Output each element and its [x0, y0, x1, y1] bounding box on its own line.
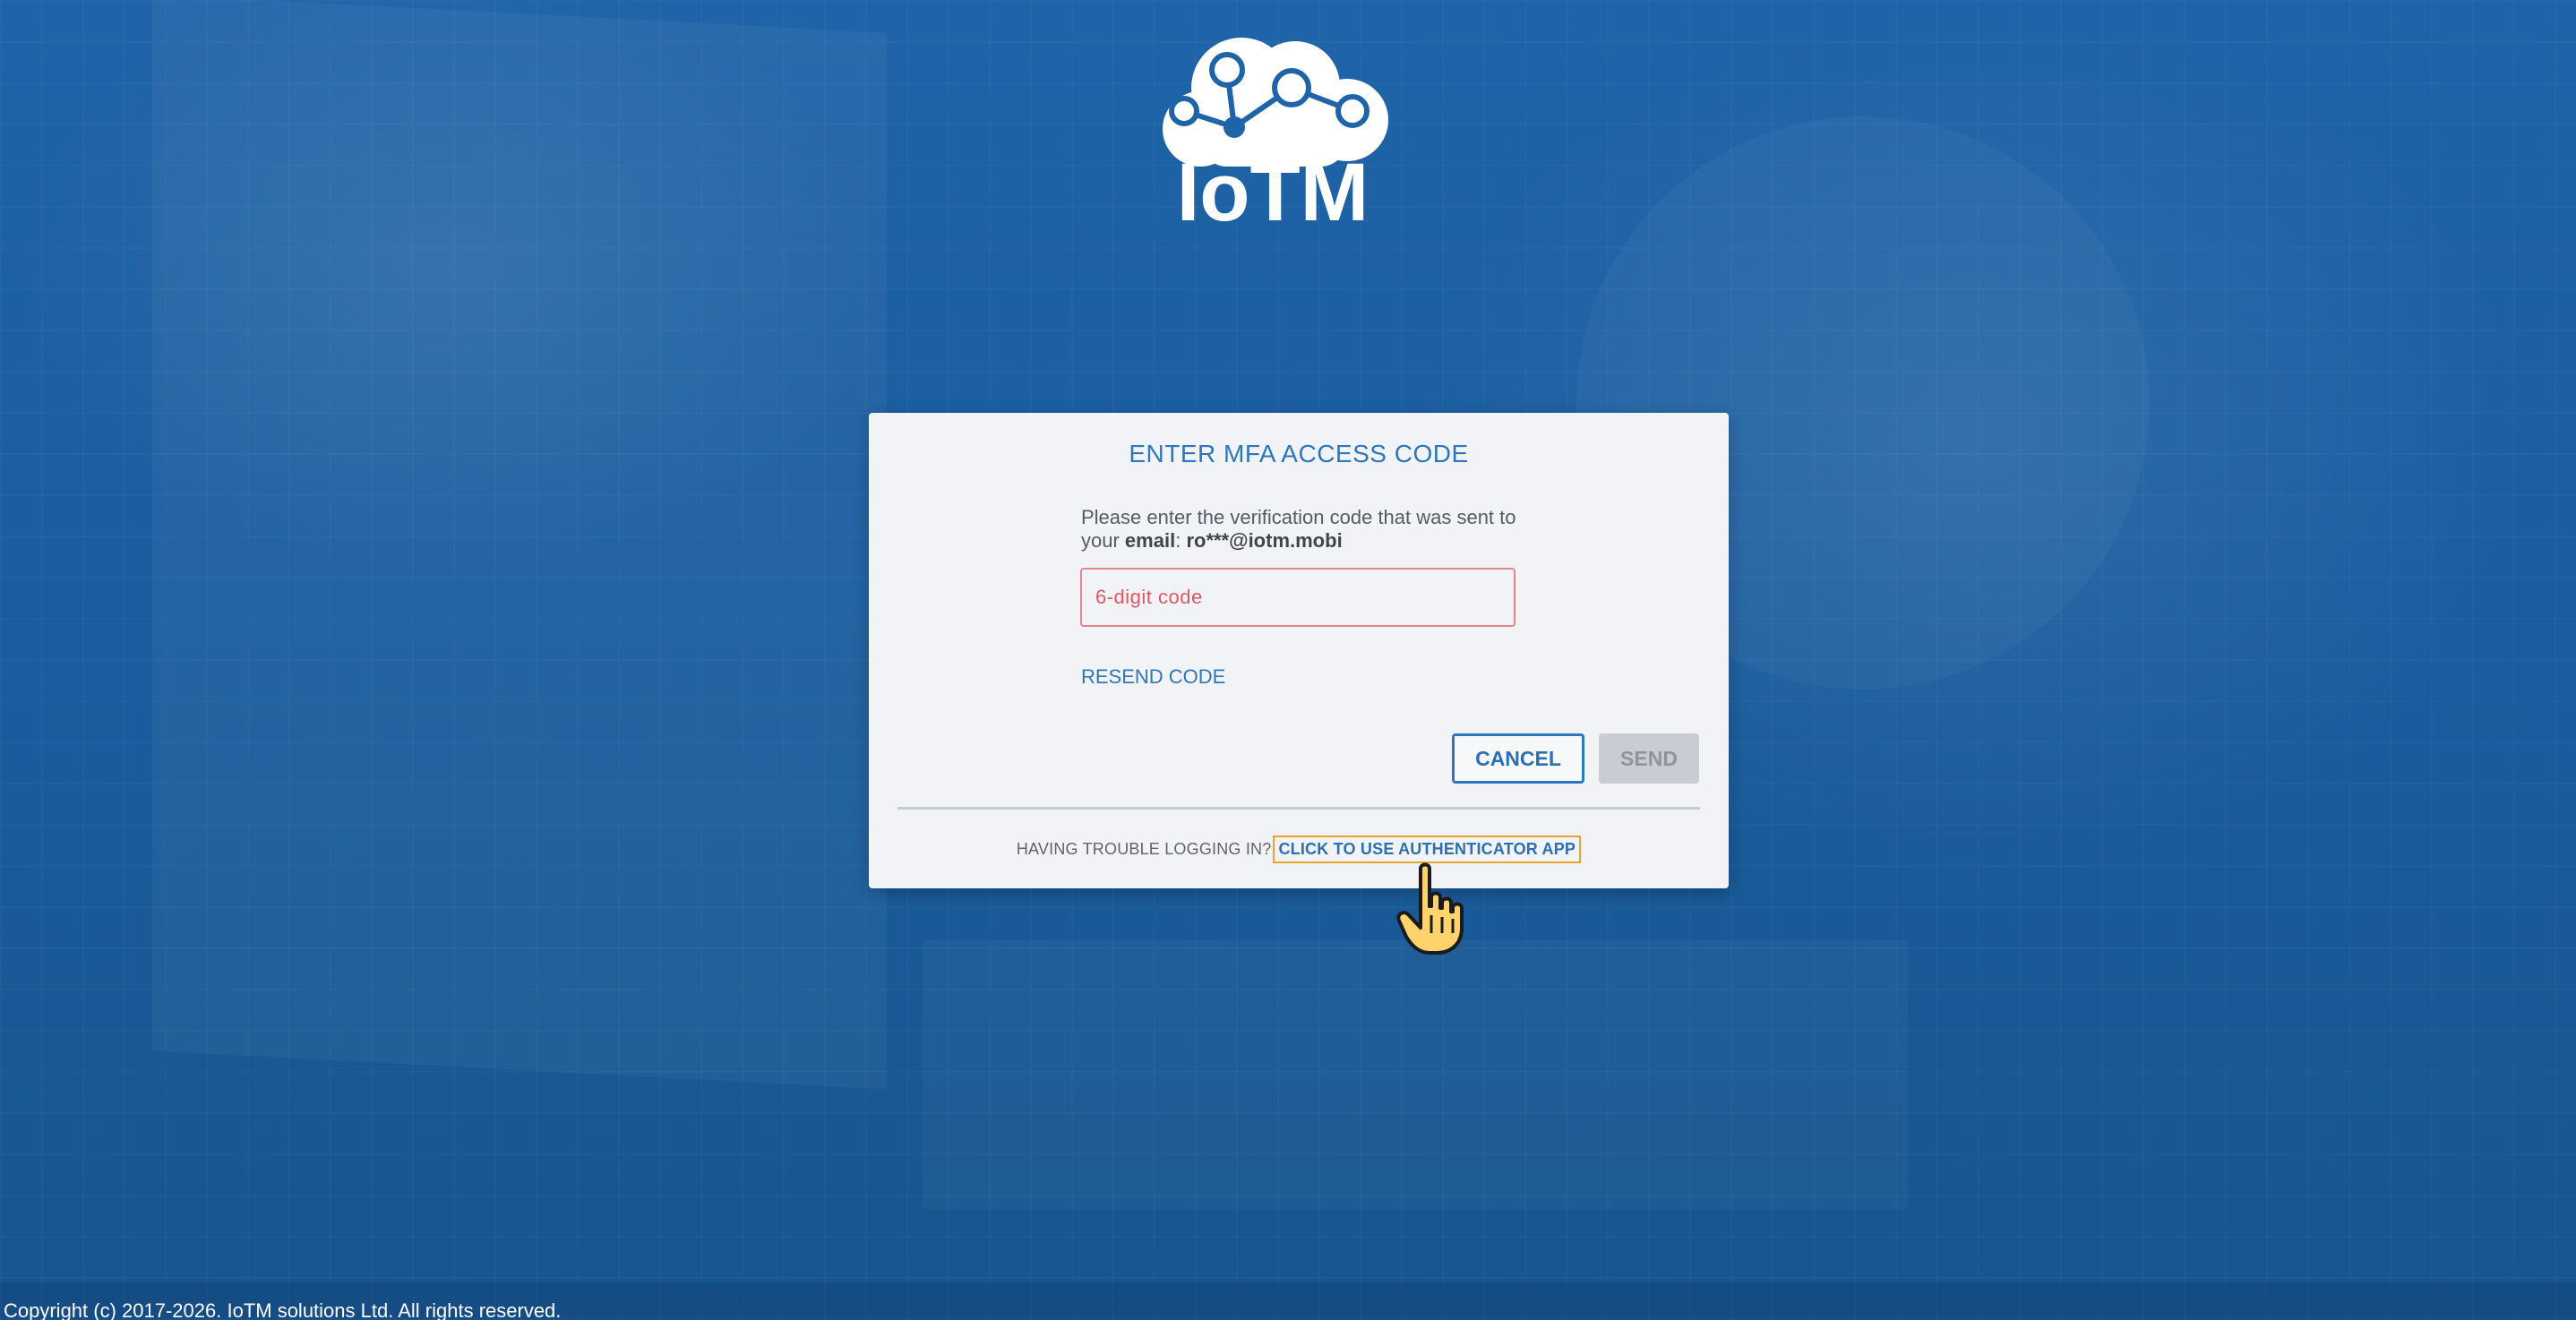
send-button[interactable]: SEND	[1599, 733, 1699, 784]
instruction-channel: email	[1124, 529, 1176, 552]
verification-instructions: Please enter the verification code that …	[1081, 506, 1529, 553]
mfa-dialog: ENTER MFA ACCESS CODE Please enter the v…	[869, 413, 1729, 888]
background-panel	[152, 0, 887, 1090]
resend-code-link[interactable]: RESEND CODE	[1081, 665, 1225, 689]
copyright-text: Copyright (c) 2017-2026. IoTM solutions …	[4, 1299, 562, 1320]
trouble-row: HAVING TROUBLE LOGGING IN? CLICK TO USE …	[869, 836, 1729, 863]
dialog-title: ENTER MFA ACCESS CODE	[1129, 440, 1469, 467]
background-panel	[923, 940, 1908, 1209]
use-authenticator-app-link[interactable]: CLICK TO USE AUTHENTICATOR APP	[1273, 836, 1582, 863]
brand-wordmark: IoTM	[1177, 147, 1370, 227]
cancel-button[interactable]: CANCEL	[1452, 733, 1584, 784]
verification-code-input[interactable]	[1080, 568, 1516, 627]
dialog-divider	[897, 807, 1700, 810]
instruction-separator: :	[1175, 529, 1181, 552]
trouble-text: HAVING TROUBLE LOGGING IN?	[1016, 840, 1272, 858]
masked-email: ro***@iotm.mobi	[1186, 529, 1343, 552]
iotm-logo: IoTM	[1163, 38, 1388, 227]
